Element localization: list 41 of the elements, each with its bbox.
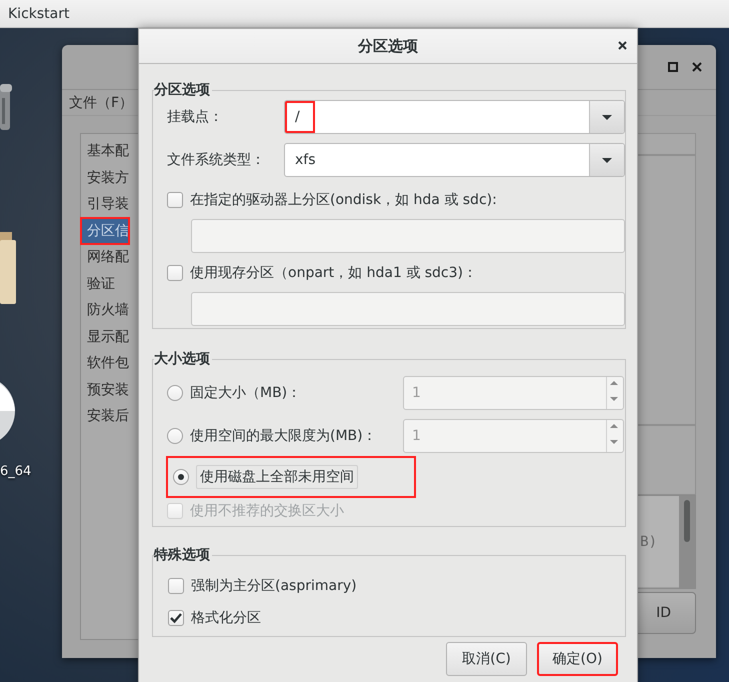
- sidebar-item[interactable]: 防火墙: [81, 297, 129, 324]
- folder-icon[interactable]: [0, 232, 16, 304]
- checkbox-option[interactable]: 使用现存分区（onpart，如 hda1 或 sdc3)：: [167, 259, 477, 287]
- menu-item[interactable]: 文件（F）: [69, 94, 134, 112]
- input-field[interactable]: [191, 219, 625, 253]
- sidebar-item[interactable]: 安装后: [81, 403, 129, 430]
- dialog-title: 分区选项: [358, 36, 418, 56]
- field-label: 挂载点：: [167, 108, 224, 126]
- dropdown-icon[interactable]: [602, 158, 612, 162]
- close-icon[interactable]: [692, 62, 702, 72]
- list-cell: B): [640, 534, 657, 550]
- sidebar-item[interactable]: 验证: [81, 270, 115, 297]
- scrollbar[interactable]: [679, 496, 695, 588]
- field-label: 文件系统类型：: [167, 151, 266, 169]
- trash-icon[interactable]: [0, 84, 12, 130]
- app-title: Kickstart: [8, 6, 70, 22]
- sidebar-item[interactable]: 引导装: [81, 191, 129, 218]
- sidebar-item[interactable]: 显示配: [81, 324, 129, 350]
- dialog-button[interactable]: 确定(O): [537, 642, 618, 676]
- checkbox[interactable]: [168, 578, 184, 594]
- sidebar-item[interactable]: 基本配: [81, 138, 129, 164]
- icon-label: 6_64: [0, 464, 32, 479]
- sidebar-item[interactable]: 预安装: [81, 376, 129, 403]
- sidebar-item[interactable]: 软件包: [81, 350, 129, 376]
- close-icon[interactable]: [618, 41, 627, 50]
- dropdown-icon[interactable]: [602, 114, 612, 120]
- combo-box[interactable]: xfs: [284, 143, 625, 177]
- checkbox[interactable]: [168, 610, 184, 626]
- checkbox-option[interactable]: 强制为主分区(asprimary): [168, 570, 357, 602]
- checkbox[interactable]: [167, 192, 183, 208]
- maximize-icon[interactable]: [668, 62, 678, 72]
- checkbox-option[interactable]: 在指定的驱动器上分区(ondisk，如 hda 或 sdc):: [167, 186, 497, 214]
- checkbox-option[interactable]: 格式化分区: [168, 602, 261, 634]
- sidebar-item[interactable]: 安装方: [81, 164, 129, 191]
- sidebar-item[interactable]: 网络配: [81, 244, 129, 270]
- input-field[interactable]: [191, 292, 625, 326]
- checkbox[interactable]: [167, 265, 183, 281]
- dialog-button[interactable]: 取消(C): [446, 642, 527, 676]
- combo-box[interactable]: /: [284, 100, 625, 134]
- sidebar-item[interactable]: 分区信: [81, 218, 129, 244]
- radio-button[interactable]: [173, 469, 189, 485]
